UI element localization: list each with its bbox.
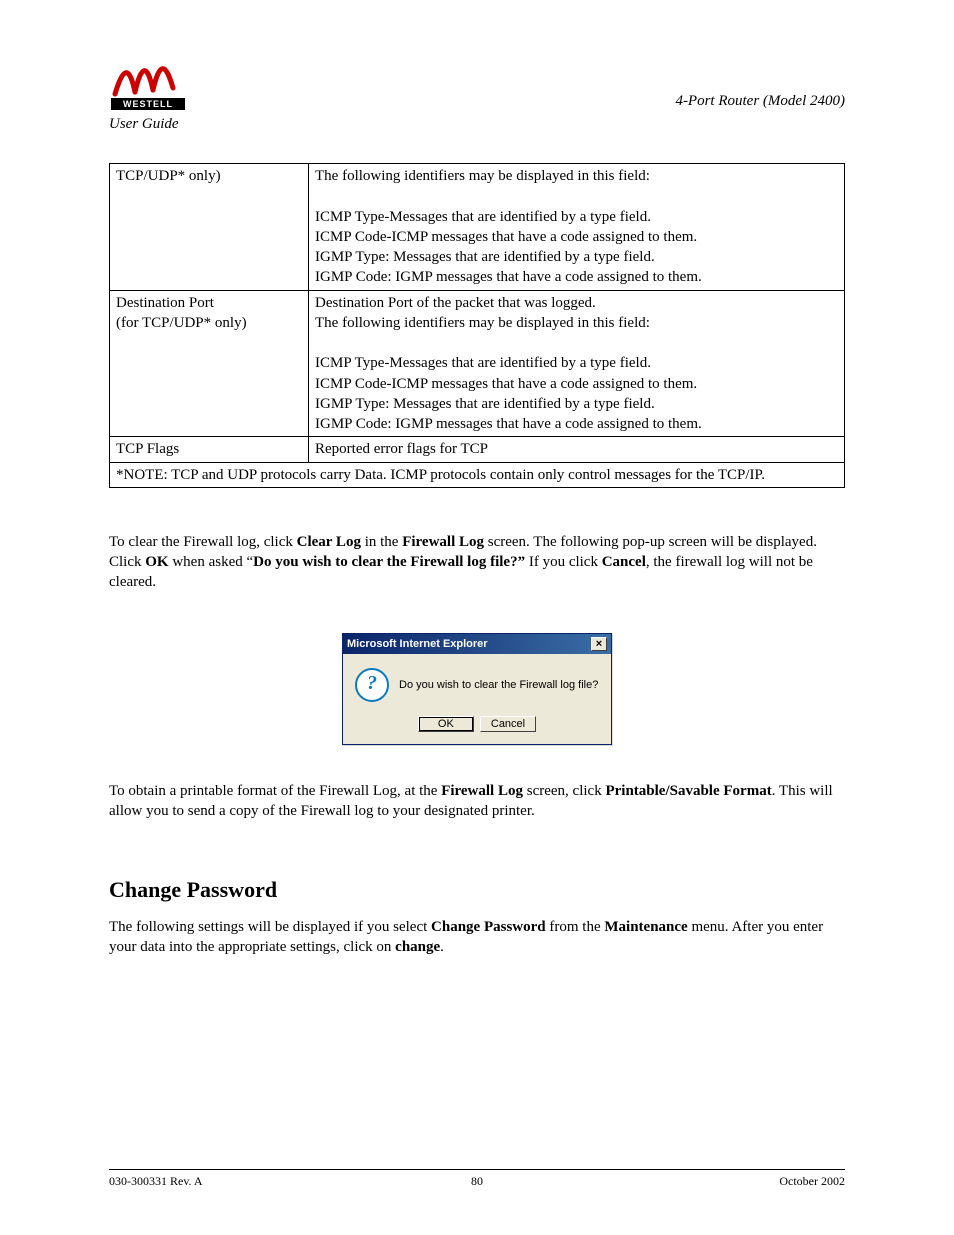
bold-text: Do you wish to clear the Firewall log fi… bbox=[253, 554, 525, 570]
text: IGMP Code: IGMP messages that have a cod… bbox=[315, 416, 702, 432]
table-row: TCP/UDP* only) The following identifiers… bbox=[110, 164, 845, 291]
ok-button[interactable]: OK bbox=[418, 716, 474, 732]
page-footer: 030-300331 Rev. A 80 October 2002 bbox=[109, 1169, 845, 1189]
text: (for TCP/UDP* only) bbox=[116, 315, 247, 331]
text: screen, click bbox=[523, 783, 605, 799]
bold-text: Maintenance bbox=[604, 919, 687, 935]
bold-text: Clear Log bbox=[297, 534, 361, 550]
text: IGMP Type: Messages that are identified … bbox=[315, 249, 655, 265]
paragraph-clear-log: To clear the Firewall log, click Clear L… bbox=[109, 532, 845, 593]
text: The following identifiers may be display… bbox=[315, 168, 650, 184]
text: To obtain a printable format of the Fire… bbox=[109, 783, 441, 799]
text: in the bbox=[361, 534, 402, 550]
header-right: 4-Port Router (Model 2400) bbox=[675, 93, 845, 110]
logo-text: WESTELL bbox=[123, 99, 173, 109]
page-header: WESTELL 4-Port Router (Model 2400) bbox=[109, 54, 845, 110]
text: ICMP Type-Messages that are identified b… bbox=[315, 355, 651, 371]
cell-src-desc: The following identifiers may be display… bbox=[309, 164, 845, 291]
text: ICMP Code-ICMP messages that have a code… bbox=[315, 229, 697, 245]
close-icon[interactable]: × bbox=[591, 637, 607, 651]
footer-page-number: 80 bbox=[109, 1174, 845, 1189]
bold-text: Printable/Savable Format bbox=[605, 783, 771, 799]
bold-text: Firewall Log bbox=[441, 783, 523, 799]
cell-tcpflags-desc: Reported error flags for TCP bbox=[309, 437, 845, 462]
text: The following settings will be displayed… bbox=[109, 919, 431, 935]
text: IGMP Type: Messages that are identified … bbox=[315, 396, 655, 412]
table-note: *NOTE: TCP and UDP protocols carry Data.… bbox=[110, 462, 845, 487]
paragraph-change-password: The following settings will be displayed… bbox=[109, 917, 845, 958]
cell-dest-desc: Destination Port of the packet that was … bbox=[309, 290, 845, 437]
logo-block: WESTELL bbox=[109, 54, 187, 110]
westell-logo-icon: WESTELL bbox=[109, 54, 187, 110]
paragraph-printable: To obtain a printable format of the Fire… bbox=[109, 781, 845, 822]
text: ICMP Code-ICMP messages that have a code… bbox=[315, 376, 697, 392]
text: Destination Port of the packet that was … bbox=[315, 295, 596, 311]
cell-dest-label: Destination Port (for TCP/UDP* only) bbox=[110, 290, 309, 437]
table-row: TCP Flags Reported error flags for TCP bbox=[110, 437, 845, 462]
text: . bbox=[440, 939, 444, 955]
bold-text: Cancel bbox=[602, 554, 646, 570]
cancel-button[interactable]: Cancel bbox=[480, 716, 536, 732]
text: from the bbox=[546, 919, 605, 935]
question-icon: ? bbox=[355, 668, 389, 702]
dialog-titlebar: Microsoft Internet Explorer × bbox=[343, 634, 611, 654]
dialog-message: Do you wish to clear the Firewall log fi… bbox=[399, 679, 598, 691]
bold-text: Firewall Log bbox=[402, 534, 484, 550]
text: To clear the Firewall log, click bbox=[109, 534, 297, 550]
text: when asked “ bbox=[169, 554, 254, 570]
text: IGMP Code: IGMP messages that have a cod… bbox=[315, 269, 702, 285]
text: Destination Port bbox=[116, 295, 214, 311]
dialog-title: Microsoft Internet Explorer bbox=[347, 638, 488, 650]
confirm-dialog: Microsoft Internet Explorer × ? Do you w… bbox=[342, 633, 612, 745]
table-note-row: *NOTE: TCP and UDP protocols carry Data.… bbox=[110, 462, 845, 487]
cell-src-label: TCP/UDP* only) bbox=[110, 164, 309, 291]
bold-text: Change Password bbox=[431, 919, 546, 935]
text: ICMP Type-Messages that are identified b… bbox=[315, 209, 651, 225]
text: If you click bbox=[525, 554, 602, 570]
user-guide-label: User Guide bbox=[109, 116, 845, 133]
text: The following identifiers may be display… bbox=[315, 315, 650, 331]
bold-text: change bbox=[395, 939, 440, 955]
section-heading-change-password: Change Password bbox=[109, 877, 845, 903]
identifiers-table: TCP/UDP* only) The following identifiers… bbox=[109, 163, 845, 488]
bold-text: OK bbox=[145, 554, 168, 570]
table-row: Destination Port (for TCP/UDP* only) Des… bbox=[110, 290, 845, 437]
cell-tcpflags-label: TCP Flags bbox=[110, 437, 309, 462]
